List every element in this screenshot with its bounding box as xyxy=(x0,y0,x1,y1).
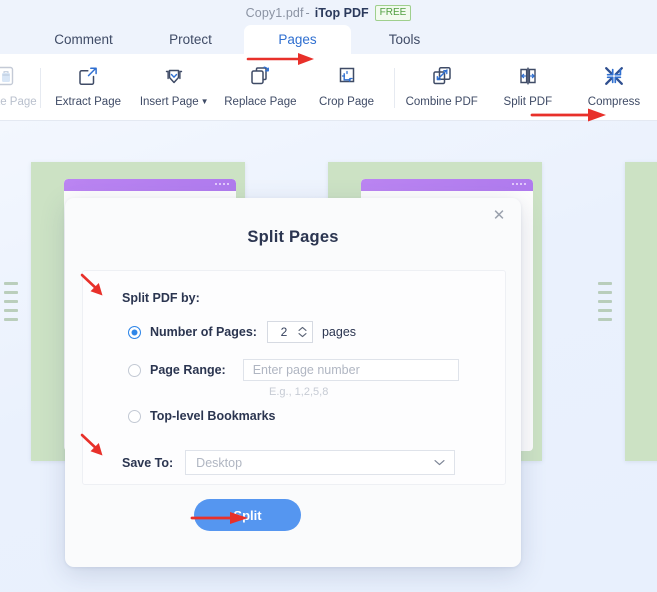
chevron-down-icon xyxy=(434,459,445,466)
toolbar-item-extract-page[interactable]: Extract Page xyxy=(45,54,131,108)
delete-page-icon xyxy=(0,61,18,91)
page-thumbnail-2-header xyxy=(361,179,533,191)
toolbar-item-delete-page[interactable]: Delete Page xyxy=(0,54,36,108)
save-to-select[interactable]: Desktop xyxy=(185,450,455,475)
crop-page-icon xyxy=(334,61,360,91)
tab-comment[interactable]: Comment xyxy=(30,25,137,54)
toolbar-label-crop-page: Crop Page xyxy=(319,96,374,108)
option-row-top-level-bookmarks[interactable]: Top-level Bookmarks xyxy=(128,409,505,423)
toolbar-label-combine-pdf: Combine PDF xyxy=(406,96,478,108)
toolbar-item-crop-page[interactable]: Crop Page xyxy=(303,54,389,108)
combine-pdf-icon xyxy=(429,61,455,91)
toolbar-divider-2 xyxy=(394,68,395,108)
save-to-label: Save To: xyxy=(122,456,173,470)
stepper-arrows[interactable] xyxy=(296,326,309,338)
toolbar-item-split-pdf[interactable]: Split PDF xyxy=(485,54,571,108)
split-pdf-icon xyxy=(515,61,541,91)
toolbar-label-insert-page-text: Insert Page xyxy=(140,96,199,108)
page-thumbnail-3-lines xyxy=(598,282,612,327)
page-thumbnail-1-lines xyxy=(4,282,18,327)
toolbar-label-delete-page: Delete Page xyxy=(0,96,37,108)
split-pdf-by-label: Split PDF by: xyxy=(122,291,505,305)
toolbar-label-insert-page: Insert Page▼ xyxy=(140,96,209,108)
application-name: iTop PDF xyxy=(315,6,369,20)
page-thumbnail-2-dots xyxy=(512,183,526,185)
toolbar-item-insert-page[interactable]: Insert Page▼ xyxy=(131,54,217,108)
page-range-hint: E.g., 1,2,5,8 xyxy=(269,386,505,398)
document-file-name: Copy1.pdf xyxy=(246,6,304,20)
pages-ribbon-toolbar: Delete Page Extract Page Insert Page▼ xyxy=(0,54,657,121)
replace-page-icon xyxy=(247,61,273,91)
free-edition-badge: FREE xyxy=(375,5,412,21)
dialog-title: Split Pages xyxy=(65,198,521,247)
split-pages-dialog: ✕ Split Pages Split PDF by: Number of Pa… xyxy=(65,198,521,567)
insert-page-icon xyxy=(161,61,187,91)
label-number-of-pages: Number of Pages: xyxy=(150,325,257,339)
close-icon[interactable]: ✕ xyxy=(490,206,508,224)
page-thumbnail-1-header xyxy=(64,179,236,191)
split-button[interactable]: Split xyxy=(194,499,301,531)
toolbar-label-extract-page: Extract Page xyxy=(55,96,121,108)
option-row-number-of-pages[interactable]: Number of Pages: 2 pages xyxy=(128,321,505,343)
toolbar-item-compress[interactable]: Compress xyxy=(571,54,657,108)
tab-pages[interactable]: Pages xyxy=(244,25,351,54)
toolbar-label-compress: Compress xyxy=(588,96,640,108)
tab-protect[interactable]: Protect xyxy=(137,25,244,54)
compress-icon xyxy=(601,61,627,91)
radio-page-range[interactable] xyxy=(128,364,141,377)
radio-top-level-bookmarks[interactable] xyxy=(128,410,141,423)
save-to-row: Save To: Desktop xyxy=(122,450,505,475)
chevron-down-icon[interactable]: ▼ xyxy=(201,97,209,106)
number-of-pages-value: 2 xyxy=(268,325,296,339)
ribbon-tab-bar: Comment Protect Pages Tools xyxy=(0,25,657,54)
save-to-value: Desktop xyxy=(196,456,242,470)
option-row-page-range[interactable]: Page Range: Enter page number xyxy=(128,359,505,381)
radio-number-of-pages[interactable] xyxy=(128,326,141,339)
number-of-pages-stepper[interactable]: 2 xyxy=(267,321,313,343)
toolbar-label-replace-page: Replace Page xyxy=(224,96,296,108)
toolbar-divider-1 xyxy=(40,68,41,108)
label-top-level-bookmarks: Top-level Bookmarks xyxy=(150,409,276,423)
pages-unit-label: pages xyxy=(322,325,356,339)
page-range-input[interactable]: Enter page number xyxy=(243,359,459,381)
label-page-range: Page Range: xyxy=(150,363,226,377)
page-thumbnail-3[interactable] xyxy=(625,162,657,461)
stepper-down-icon xyxy=(298,332,307,338)
title-separator: - xyxy=(306,6,310,20)
window-title-bar: Copy1.pdf - iTop PDF FREE xyxy=(0,0,657,25)
extract-page-icon xyxy=(75,61,101,91)
tab-tools[interactable]: Tools xyxy=(351,25,458,54)
split-options-panel: Split PDF by: Number of Pages: 2 pages P… xyxy=(82,270,506,485)
page-thumbnail-1-dots xyxy=(215,183,229,185)
toolbar-item-combine-pdf[interactable]: Combine PDF xyxy=(399,54,485,108)
toolbar-item-replace-page[interactable]: Replace Page xyxy=(217,54,303,108)
toolbar-label-split-pdf: Split PDF xyxy=(504,96,553,108)
